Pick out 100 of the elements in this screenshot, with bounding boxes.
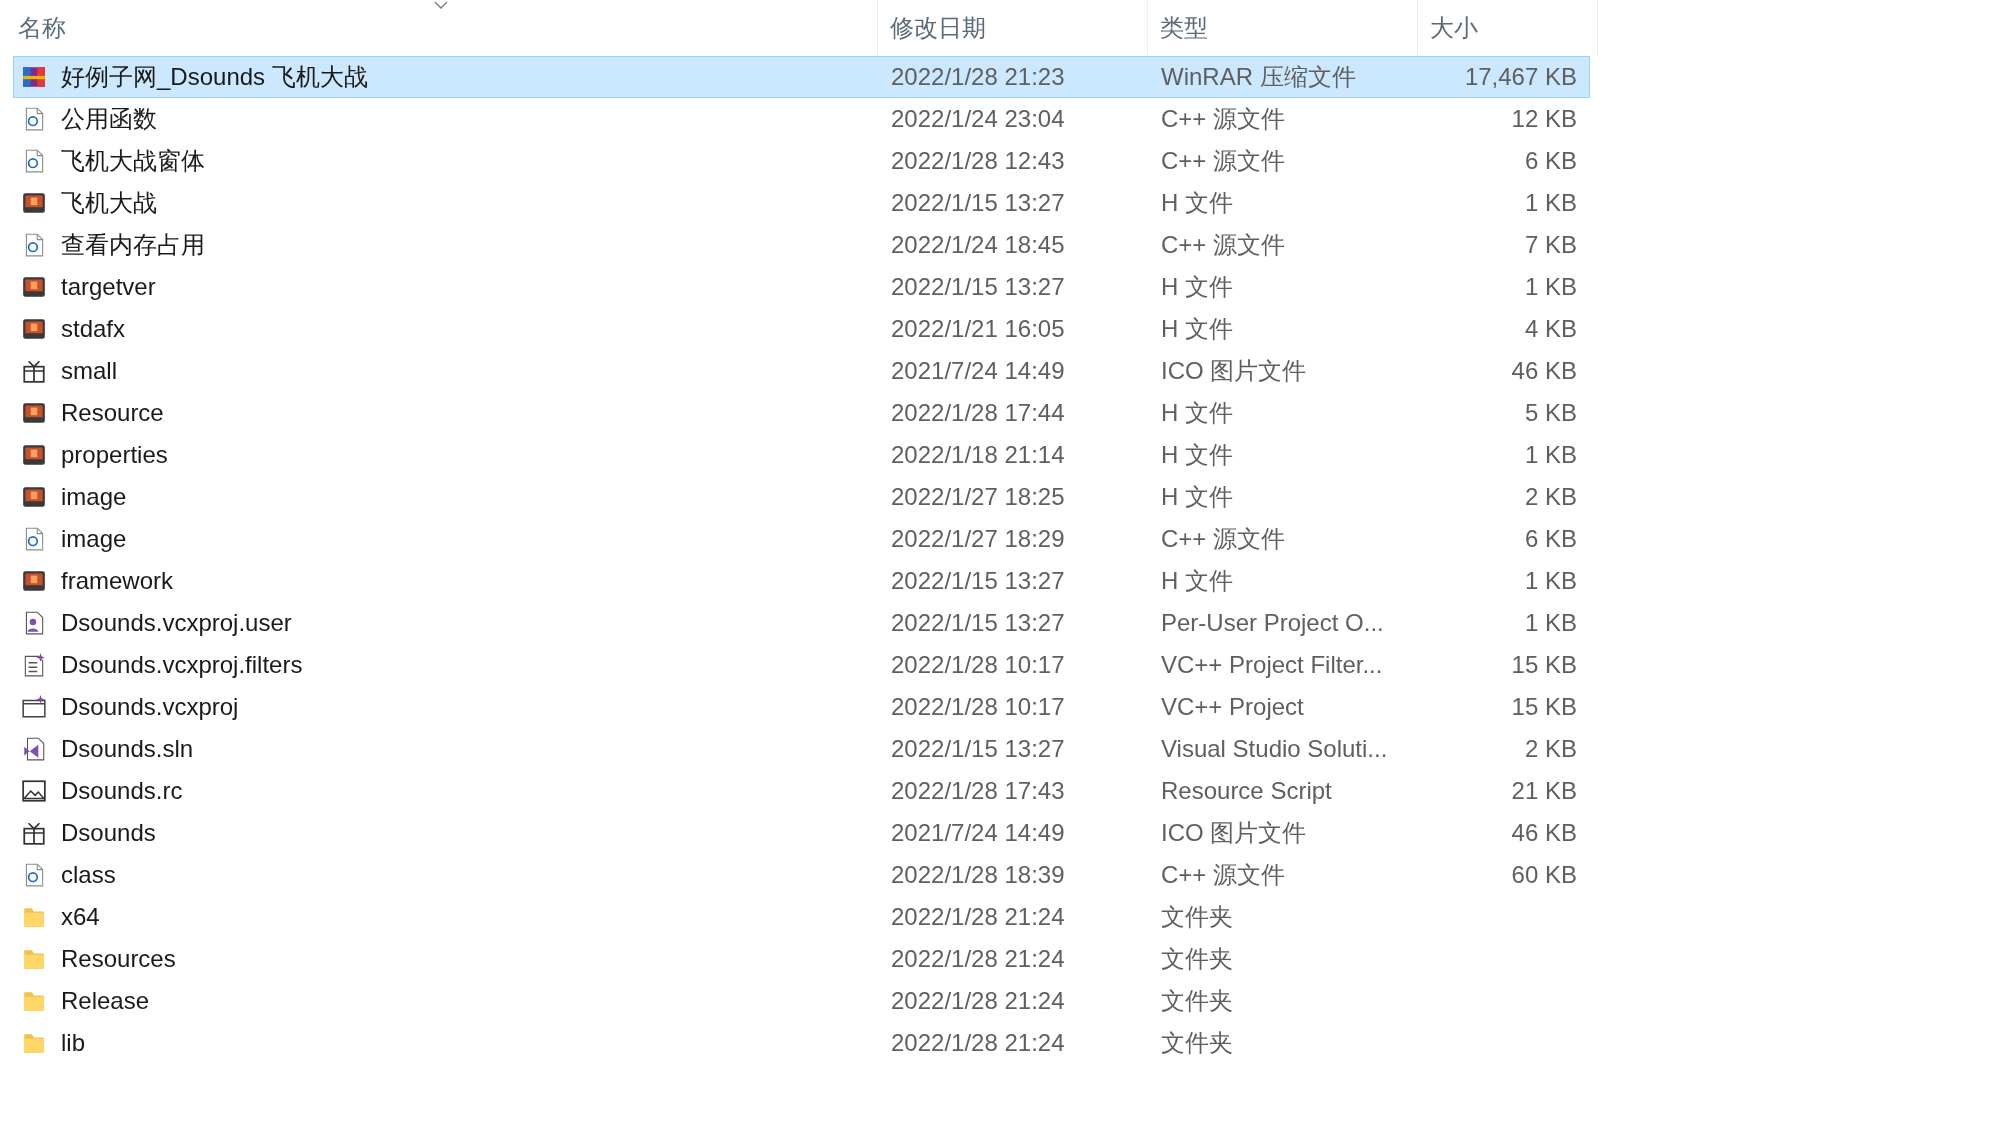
file-name: Dsounds.vcxproj [61, 692, 239, 722]
modified-date: 2021/7/24 14:49 [890, 356, 1066, 386]
file-row[interactable]: Resources 2022/1/28 21:24 文件夹 [13, 938, 1590, 980]
file-size: 1 KB [1524, 566, 1577, 596]
file-row[interactable]: 飞机大战 2022/1/15 13:27 H 文件 1 KB [13, 182, 1590, 224]
file-row[interactable]: stdafx 2022/1/21 16:05 H 文件 4 KB [13, 308, 1590, 350]
file-row[interactable]: properties 2022/1/18 21:14 H 文件 1 KB [13, 434, 1590, 476]
file-name: 查看内存占用 [61, 230, 205, 260]
modified-date: 2022/1/15 13:27 [890, 608, 1066, 638]
file-name: Dsounds.vcxproj.filters [61, 650, 303, 680]
project-window-icon [21, 694, 47, 720]
file-row[interactable]: targetver 2022/1/15 13:27 H 文件 1 KB [13, 266, 1590, 308]
file-size: 4 KB [1524, 314, 1577, 344]
modified-date: 2022/1/15 13:27 [890, 188, 1066, 218]
file-name: image [61, 482, 127, 512]
column-header[interactable]: 大小 [1430, 10, 1478, 46]
modified-date: 2022/1/15 13:27 [890, 272, 1066, 302]
modified-date: 2022/1/28 21:24 [890, 902, 1066, 932]
modified-date: 2022/1/28 10:17 [890, 692, 1066, 722]
file-type: WinRAR 压缩文件 [1160, 62, 1357, 92]
file-type: C++ 源文件 [1160, 230, 1287, 260]
file-row[interactable]: image 2022/1/27 18:25 H 文件 2 KB [13, 476, 1590, 518]
file-row[interactable]: 飞机大战窗体 2022/1/28 12:43 C++ 源文件 6 KB [13, 140, 1590, 182]
file-size: 17,467 KB [1464, 62, 1577, 92]
file-name: 飞机大战 [61, 188, 157, 218]
solution-file-icon [21, 736, 47, 762]
file-size: 1 KB [1524, 272, 1577, 302]
modified-date: 2022/1/28 18:39 [890, 860, 1066, 890]
file-type: H 文件 [1160, 272, 1234, 302]
gift-box-icon [21, 358, 47, 384]
file-name: Resources [61, 944, 176, 974]
file-type: C++ 源文件 [1160, 524, 1287, 554]
file-name: Dsounds.rc [61, 776, 183, 806]
file-row[interactable]: small 2021/7/24 14:49 ICO 图片文件 46 KB [13, 350, 1590, 392]
modified-date: 2022/1/28 21:24 [890, 944, 1066, 974]
image-file-icon [21, 778, 47, 804]
file-type: C++ 源文件 [1160, 146, 1287, 176]
file-type: 文件夹 [1160, 944, 1234, 974]
header-file-icon [21, 400, 47, 426]
modified-date: 2022/1/15 13:27 [890, 566, 1066, 596]
header-file-icon [21, 316, 47, 342]
file-type: H 文件 [1160, 314, 1234, 344]
file-type: 文件夹 [1160, 986, 1234, 1016]
file-name: small [61, 356, 117, 386]
modified-date: 2022/1/27 18:29 [890, 524, 1066, 554]
file-name: properties [61, 440, 168, 470]
file-type: H 文件 [1160, 398, 1234, 428]
file-type: 文件夹 [1160, 902, 1234, 932]
file-name: 好例子网_Dsounds 飞机大战 [61, 62, 368, 92]
column-header[interactable]: 名称 [18, 10, 66, 46]
file-row[interactable]: Dsounds.vcxproj.filters 2022/1/28 10:17 VC++ Project Filter... 15 KB [13, 644, 1590, 686]
file-row[interactable]: image 2022/1/27 18:29 C++ 源文件 6 KB [13, 518, 1590, 560]
file-row[interactable]: Resource 2022/1/28 17:44 H 文件 5 KB [13, 392, 1590, 434]
file-row[interactable]: 公用函数 2022/1/24 23:04 C++ 源文件 12 KB [13, 98, 1590, 140]
file-row[interactable]: Dsounds.rc 2022/1/28 17:43 Resource Script 21 KB [13, 770, 1590, 812]
file-size: 7 KB [1524, 230, 1577, 260]
file-row[interactable]: Dsounds.vcxproj 2022/1/28 10:17 VC++ Project 15 KB [13, 686, 1590, 728]
file-type: Resource Script [1160, 776, 1333, 806]
file-row[interactable]: 好例子网_Dsounds 飞机大战 2022/1/28 21:23 WinRAR 压缩文件 17,467 KB [13, 56, 1590, 98]
file-type: H 文件 [1160, 566, 1234, 596]
file-size: 2 KB [1524, 734, 1577, 764]
modified-date: 2022/1/28 10:17 [890, 650, 1066, 680]
file-name: x64 [61, 902, 100, 932]
file-name: Dsounds [61, 818, 156, 848]
file-row[interactable]: framework 2022/1/15 13:27 H 文件 1 KB [13, 560, 1590, 602]
file-type: ICO 图片文件 [1160, 818, 1308, 848]
file-row[interactable]: Dsounds.vcxproj.user 2022/1/15 13:27 Per-User Project O... 1 KB [13, 602, 1590, 644]
column-header[interactable]: 类型 [1160, 10, 1208, 46]
file-size: 60 KB [1511, 860, 1577, 890]
file-row[interactable]: class 2022/1/28 18:39 C++ 源文件 60 KB [13, 854, 1590, 896]
file-name: targetver [61, 272, 156, 302]
file-name: Dsounds.vcxproj.user [61, 608, 292, 638]
file-name: 公用函数 [61, 104, 157, 134]
header-file-icon [21, 442, 47, 468]
file-size: 21 KB [1511, 776, 1577, 806]
modified-date: 2022/1/18 21:14 [890, 440, 1066, 470]
modified-date: 2021/7/24 14:49 [890, 818, 1066, 848]
column-header[interactable]: 修改日期 [890, 10, 986, 46]
header-file-icon [21, 568, 47, 594]
file-row[interactable]: Dsounds.sln 2022/1/15 13:27 Visual Studio Soluti... 2 KB [13, 728, 1590, 770]
file-row[interactable]: x64 2022/1/28 21:24 文件夹 [13, 896, 1590, 938]
file-row[interactable]: 查看内存占用 2022/1/24 18:45 C++ 源文件 7 KB [13, 224, 1590, 266]
sort-caret-icon [434, 1, 448, 10]
modified-date: 2022/1/28 12:43 [890, 146, 1066, 176]
file-name: stdafx [61, 314, 126, 344]
file-row[interactable]: lib 2022/1/28 21:24 文件夹 [13, 1022, 1590, 1064]
file-name: Release [61, 986, 150, 1016]
modified-date: 2022/1/27 18:25 [890, 482, 1066, 512]
file-type: VC++ Project Filter... [1160, 650, 1384, 680]
file-type: H 文件 [1160, 188, 1234, 218]
file-row[interactable]: Dsounds 2021/7/24 14:49 ICO 图片文件 46 KB [13, 812, 1590, 854]
file-type: C++ 源文件 [1160, 860, 1287, 890]
file-name: Dsounds.sln [61, 734, 194, 764]
file-type: ICO 图片文件 [1160, 356, 1308, 386]
file-row[interactable]: Release 2022/1/28 21:24 文件夹 [13, 980, 1590, 1022]
modified-date: 2022/1/15 13:27 [890, 734, 1066, 764]
modified-date: 2022/1/28 17:44 [890, 398, 1066, 428]
file-size: 6 KB [1524, 146, 1577, 176]
file-type: H 文件 [1160, 482, 1234, 512]
file-type: C++ 源文件 [1160, 104, 1287, 134]
